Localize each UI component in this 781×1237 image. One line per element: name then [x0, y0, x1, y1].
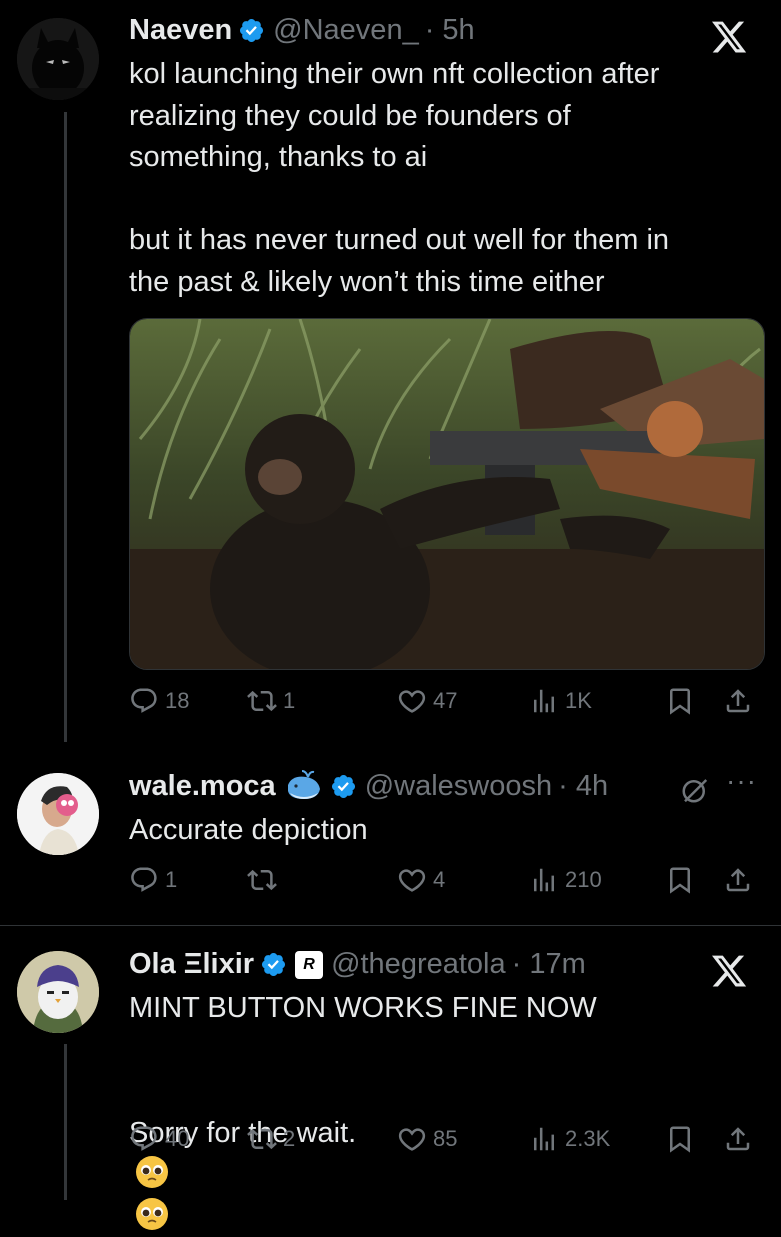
avatar[interactable]	[17, 951, 99, 1033]
heart-icon	[397, 865, 427, 895]
like-button[interactable]: 85	[397, 1124, 457, 1154]
reply-icon	[129, 1124, 159, 1154]
author-handle[interactable]: @waleswoosh	[365, 770, 552, 803]
bookmark-icon	[665, 865, 695, 895]
views-button[interactable]: 210	[529, 865, 602, 895]
bookmark-icon	[665, 686, 695, 716]
tweet-naeven[interactable]: Naeven @Naeven_ · 5h kol launching their…	[0, 0, 781, 745]
reply-button[interactable]: 40	[129, 1124, 189, 1154]
like-button[interactable]: 47	[397, 686, 457, 716]
reply-count: 1	[165, 867, 178, 892]
wale-avatar-image	[17, 773, 99, 855]
heart-icon	[397, 1124, 427, 1154]
author-name[interactable]: Naeven	[129, 14, 232, 47]
reply-icon	[129, 865, 159, 895]
repost-button[interactable]: 1	[247, 686, 295, 716]
like-count: 47	[433, 688, 458, 713]
penguin-avatar-image	[17, 951, 99, 1033]
batman-avatar-image	[17, 18, 99, 100]
like-button[interactable]: 4	[397, 865, 445, 895]
chimp-photo	[130, 319, 764, 669]
reply-count: 40	[165, 1126, 190, 1151]
repost-icon	[247, 865, 277, 895]
avatar[interactable]	[17, 773, 99, 855]
author-handle[interactable]: @thegreatola	[331, 948, 506, 981]
tweet-ola[interactable]: Ola Ξlixir R @thegreatola · 17m MINT BUT…	[0, 926, 781, 1230]
views-button[interactable]: 2.3K	[529, 1124, 610, 1154]
tweet-time[interactable]: · 17m	[512, 948, 586, 981]
heart-icon	[397, 686, 427, 716]
tweet-time[interactable]: · 5h	[425, 14, 475, 47]
share-icon	[723, 865, 753, 895]
views-icon	[529, 686, 559, 716]
tweet-actions: 18 1 47 1K	[129, 686, 759, 726]
more-options-icon[interactable]: ···	[726, 765, 757, 797]
verified-badge-icon	[238, 17, 265, 44]
pleading-face-emoji-icon	[136, 1197, 168, 1230]
author-handle[interactable]: @Naeven_	[273, 14, 419, 47]
share-button[interactable]	[723, 1124, 759, 1154]
reply-count: 18	[165, 688, 190, 713]
x-logo-icon	[707, 18, 751, 56]
tweet-text: kol launching their own nft collection a…	[129, 58, 670, 298]
affiliate-badge-icon: R	[295, 950, 324, 979]
tweet-time[interactable]: · 4h	[558, 770, 608, 803]
view-count: 210	[565, 867, 602, 892]
reply-button[interactable]: 1	[129, 865, 177, 895]
verified-badge-icon	[260, 951, 287, 978]
tweet-text-line1: MINT BUTTON WORKS FINE NOW	[129, 992, 597, 1024]
share-icon	[723, 686, 753, 716]
reply-icon	[129, 686, 159, 716]
share-button[interactable]	[723, 865, 759, 895]
tweet-header: wale.moca @waleswoosh · 4h	[129, 769, 608, 803]
bookmark-icon	[665, 1124, 695, 1154]
tweet-actions: 1 4 210	[129, 865, 759, 905]
thread-line	[64, 112, 67, 742]
avatar[interactable]	[17, 18, 99, 100]
x-logo-icon	[707, 952, 751, 990]
views-button[interactable]: 1K	[529, 686, 592, 716]
repost-icon	[247, 686, 277, 716]
tweet-actions: 40 2 85 2.3K	[129, 1124, 759, 1164]
tweet-header: Ola Ξlixir R @thegreatola · 17m	[129, 948, 586, 981]
repost-button[interactable]	[247, 865, 283, 895]
bookmark-button[interactable]	[665, 686, 701, 716]
whale-emoji-icon	[287, 770, 320, 799]
author-name[interactable]: wale.moca	[129, 770, 276, 803]
repost-icon	[247, 1124, 277, 1154]
author-name[interactable]: Ola Ξlixir	[129, 948, 254, 981]
views-icon	[529, 865, 559, 895]
thread-line	[64, 1044, 67, 1200]
view-count: 1K	[565, 688, 592, 713]
verified-badge-icon	[330, 773, 357, 800]
tweet-header: Naeven @Naeven_ · 5h	[129, 14, 475, 47]
bookmark-button[interactable]	[665, 865, 701, 895]
view-count: 2.3K	[565, 1126, 611, 1151]
like-count: 4	[433, 867, 446, 892]
views-icon	[529, 1124, 559, 1154]
repost-count: 2	[283, 1126, 296, 1151]
repost-button[interactable]: 2	[247, 1124, 295, 1154]
tweet-text: Accurate depiction	[129, 814, 368, 846]
like-count: 85	[433, 1126, 458, 1151]
grok-icon[interactable]	[680, 775, 710, 805]
tweet-wale[interactable]: wale.moca @waleswoosh · 4h ··· Accurate …	[0, 745, 781, 925]
share-icon	[723, 1124, 753, 1154]
tweet-media-image[interactable]	[129, 318, 765, 670]
reply-button[interactable]: 18	[129, 686, 189, 716]
bookmark-button[interactable]	[665, 1124, 701, 1154]
repost-count: 1	[283, 688, 296, 713]
share-button[interactable]	[723, 686, 759, 716]
